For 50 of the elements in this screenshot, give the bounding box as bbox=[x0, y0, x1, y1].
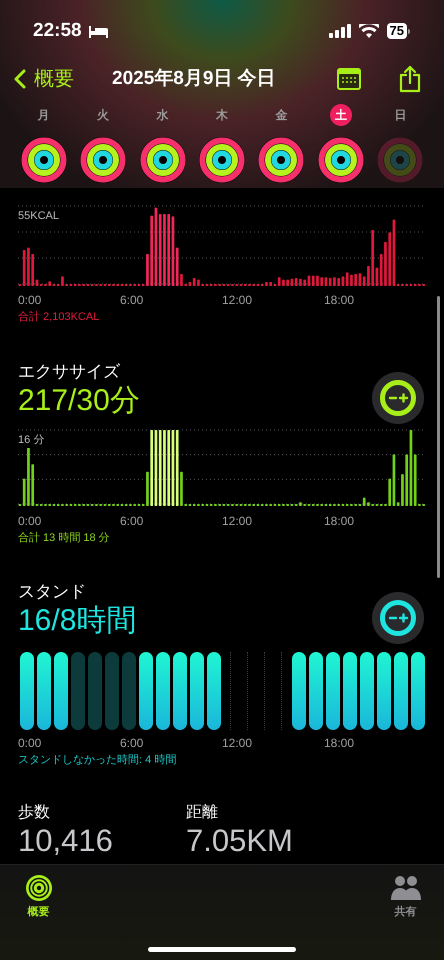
axis-label: 6:00 bbox=[120, 735, 144, 752]
total-text: 合計 13 時間 18 分 bbox=[18, 530, 110, 546]
stat-value: 7.05KM bbox=[186, 822, 293, 858]
stand-value: 16/8時間 bbox=[18, 603, 136, 639]
weekday-label[interactable]: 土 bbox=[330, 104, 352, 126]
back-button[interactable]: 概要 bbox=[14, 64, 74, 94]
weekday-label[interactable]: 日 bbox=[389, 104, 412, 126]
exercise-value: 217/30分 bbox=[18, 382, 140, 418]
activity-rings-icon[interactable] bbox=[79, 136, 128, 184]
activity-rings-icon[interactable] bbox=[257, 136, 306, 184]
axis-label: 18:00 bbox=[324, 512, 354, 530]
activity-rings-icon[interactable] bbox=[138, 136, 187, 184]
goal-adjust-button[interactable] bbox=[372, 592, 424, 644]
axis-label: 6:00 bbox=[120, 292, 144, 309]
axis-label: 0:00 bbox=[18, 735, 42, 752]
stat-value: 10,416 bbox=[18, 822, 113, 858]
axis-label: 6:00 bbox=[120, 512, 144, 530]
activity-rings-icon[interactable] bbox=[316, 136, 365, 184]
calendar-icon[interactable] bbox=[336, 66, 362, 92]
axis-label: 0:00 bbox=[18, 292, 42, 309]
axis-label: 12:00 bbox=[222, 735, 252, 752]
axis-label: 12:00 bbox=[222, 512, 252, 530]
stat-label: 距離 bbox=[186, 802, 218, 822]
axis-label: 12:00 bbox=[222, 292, 252, 309]
axis-label: 18:00 bbox=[324, 292, 354, 309]
weekday-label[interactable]: 火 bbox=[92, 104, 114, 126]
stat-label: 歩数 bbox=[18, 802, 50, 822]
section-title: スタンド bbox=[18, 581, 86, 603]
axis-label: 0:00 bbox=[18, 512, 42, 530]
note-text: スタンドしなかった時間: 4 時間 bbox=[18, 753, 176, 768]
activity-rings-icon[interactable] bbox=[198, 136, 246, 184]
chevron-left-icon bbox=[14, 69, 26, 89]
axis-label: 18:00 bbox=[324, 735, 354, 752]
weekday-label[interactable]: 月 bbox=[32, 104, 55, 126]
signal-icon bbox=[328, 24, 351, 38]
weekday-label[interactable]: 金 bbox=[270, 104, 292, 126]
bed-icon bbox=[88, 24, 108, 38]
share-icon[interactable] bbox=[398, 65, 422, 93]
date-title: 2025年8月9日 今日 bbox=[112, 66, 276, 91]
wifi-icon bbox=[358, 24, 379, 38]
goal-adjust-button[interactable] bbox=[372, 372, 424, 424]
tab-item[interactable]: 共有 bbox=[388, 874, 422, 920]
weekday-label[interactable]: 水 bbox=[152, 104, 174, 126]
activity-rings-icon[interactable] bbox=[20, 136, 68, 184]
battery-icon: 75 bbox=[386, 23, 410, 39]
weekday-label[interactable]: 木 bbox=[210, 104, 233, 126]
axis-label: 16 分 bbox=[18, 432, 46, 448]
section-title: エクササイズ bbox=[18, 360, 120, 382]
total-text: 合計 2,103KCAL bbox=[18, 310, 100, 325]
status-time: 22:58 bbox=[33, 18, 82, 43]
